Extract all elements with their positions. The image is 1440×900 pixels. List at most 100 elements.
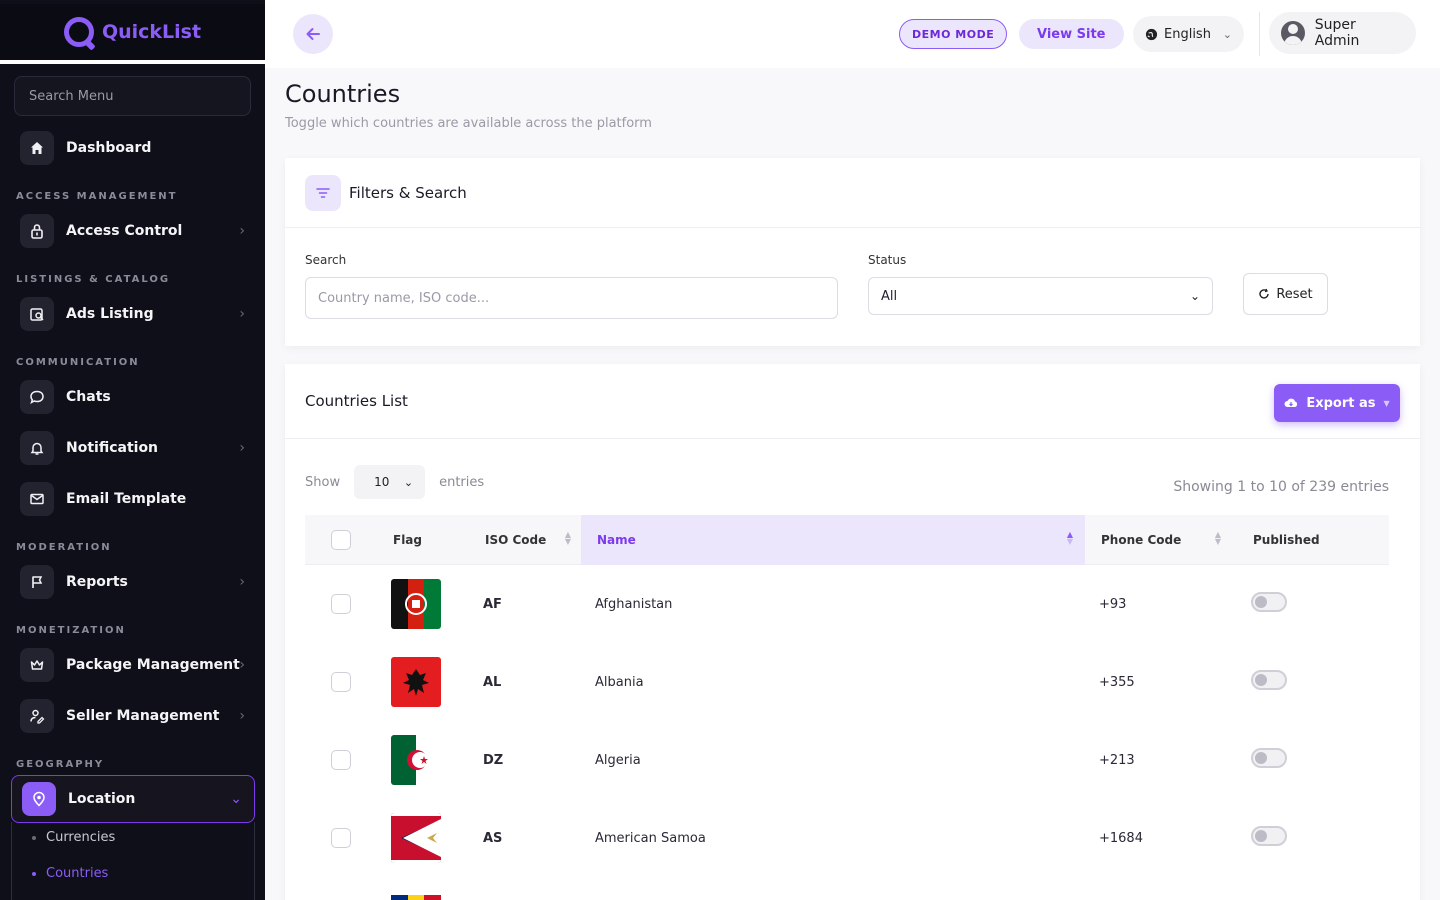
submenu-item-currencies[interactable]: Currencies — [32, 830, 115, 845]
sidebar-item-label: Seller Management — [66, 708, 220, 724]
column-header-label: ISO Code — [485, 533, 547, 547]
section-title-moderation: MODERATION — [16, 542, 112, 553]
user-edit-icon — [20, 699, 54, 733]
row-checkbox-cell — [331, 721, 351, 799]
row-checkbox[interactable] — [331, 828, 351, 848]
iso-code-cell: AF — [483, 596, 502, 612]
bullet-icon — [32, 835, 36, 840]
pagination-info: Showing 1 to 10 of 239 entries — [1173, 479, 1389, 495]
menu-search-placeholder: Search Menu — [29, 88, 114, 104]
chevron-right-icon: › — [239, 223, 245, 239]
sidebar-item-seller-management[interactable]: Seller Management › — [20, 698, 245, 734]
row-checkbox[interactable] — [331, 750, 351, 770]
published-toggle[interactable] — [1251, 748, 1287, 768]
submenu-item-countries[interactable]: Countries — [32, 866, 108, 881]
column-header-phone[interactable]: Phone Code ▲ ▼ — [1085, 515, 1231, 565]
entries-value: 10 — [374, 475, 390, 489]
table-row: DZ Algeria +213 — [305, 721, 1389, 799]
show-label: Show — [305, 474, 341, 490]
sidebar-item-package-management[interactable]: Package Management › — [20, 647, 245, 683]
lock-icon — [20, 214, 54, 248]
phone-code-cell: +93 — [1099, 596, 1127, 612]
filters-title: Filters & Search — [349, 183, 467, 202]
reset-label: Reset — [1276, 286, 1313, 302]
phone-code-cell: +213 — [1099, 752, 1135, 768]
entries-length-control: Show 10 ⌄ entries — [305, 465, 484, 499]
sidebar-item-label: Location — [68, 791, 136, 807]
header-divider — [1259, 12, 1260, 56]
home-icon — [20, 131, 54, 165]
filter-icon — [305, 174, 341, 211]
sidebar-item-label: Access Control — [66, 223, 183, 239]
chevron-right-icon: › — [239, 574, 245, 590]
chevron-right-icon: › — [239, 306, 245, 322]
reset-button[interactable]: Reset — [1243, 273, 1328, 315]
status-select[interactable]: All ⌄ — [868, 277, 1213, 315]
section-title-listings: LISTINGS & CATALOG — [16, 274, 171, 285]
select-all-checkbox[interactable] — [331, 530, 351, 550]
sidebar-item-chats[interactable]: Chats — [20, 379, 245, 415]
export-button[interactable]: Export as ▼ — [1274, 384, 1400, 422]
table-row: AF Afghanistan +93 — [305, 565, 1389, 643]
phone-code-cell: +1684 — [1099, 830, 1143, 846]
view-site-button[interactable]: View Site — [1019, 19, 1124, 49]
language-label: English — [1164, 26, 1211, 42]
sidebar-item-label: Chats — [66, 389, 111, 405]
quicklist-logo-icon — [63, 17, 94, 47]
refresh-icon — [1259, 288, 1270, 299]
map-pin-icon — [22, 782, 56, 816]
chevron-right-icon: › — [239, 657, 245, 673]
sidebar-item-dashboard[interactable]: Dashboard — [20, 130, 245, 166]
table-row: AL Albania +355 — [305, 643, 1389, 721]
arrow-left-icon — [306, 28, 320, 40]
row-checkbox[interactable] — [331, 594, 351, 614]
app-name: QuickList — [101, 21, 202, 43]
filters-card: Filters & Search Search Country name, IS… — [285, 158, 1420, 346]
row-checkbox-cell — [331, 565, 351, 643]
menu-search-input[interactable]: Search Menu — [14, 76, 251, 116]
table-row: AS American Samoa +1684 — [305, 799, 1389, 877]
published-toggle[interactable] — [1251, 592, 1287, 612]
sort-icon: ▲ ▼ — [1214, 530, 1221, 546]
row-checkbox[interactable] — [331, 672, 351, 692]
sidebar-item-notification[interactable]: Notification › — [20, 430, 245, 466]
filters-card-header: Filters & Search — [285, 158, 1420, 228]
published-cell — [1251, 565, 1287, 639]
entries-label: entries — [439, 474, 485, 490]
published-toggle[interactable] — [1251, 826, 1287, 846]
section-title-communication: COMMUNICATION — [16, 357, 140, 368]
submenu-label: Countries — [46, 866, 109, 881]
app-logo[interactable]: QuickList — [0, 4, 265, 64]
country-search-input[interactable]: Country name, ISO code... — [305, 277, 838, 319]
sidebar-item-reports[interactable]: Reports › — [20, 564, 245, 600]
top-header: DEMO MODE View Site English ⌄ Super Admi… — [265, 0, 1440, 68]
location-submenu: Currencies Countries — [11, 822, 255, 900]
user-menu[interactable]: Super Admin — [1269, 12, 1416, 54]
search-placeholder: Country name, ISO code... — [318, 290, 490, 306]
published-toggle[interactable] — [1251, 670, 1287, 690]
countries-list-card: Countries List Export as ▼ Show 10 ⌄ ent… — [285, 364, 1420, 900]
sidebar-item-email-template[interactable]: Email Template — [20, 481, 245, 517]
flag-american-samoa-image — [391, 813, 441, 863]
chevron-down-icon: ⌄ — [403, 475, 414, 489]
table-header: Flag ISO Code ▲ ▼ Name ▲ ▼ Phone Code ▲ ▼ P… — [305, 515, 1389, 565]
chevron-right-icon: › — [239, 440, 245, 456]
entries-select[interactable]: 10 ⌄ — [354, 465, 426, 499]
status-label: Status — [868, 253, 907, 267]
sort-icon: ▲ ▼ — [564, 530, 571, 546]
listing-icon — [20, 297, 54, 331]
language-dropdown[interactable]: English ⌄ — [1133, 16, 1244, 52]
flag-afghanistan-image — [391, 579, 441, 629]
column-header-iso[interactable]: ISO Code ▲ ▼ — [465, 515, 581, 565]
sidebar-item-label: Dashboard — [66, 140, 152, 156]
column-header-name[interactable]: Name ▲ ▼ — [581, 515, 1085, 565]
sidebar-item-access-control[interactable]: Access Control › — [20, 213, 245, 249]
chevron-right-icon: › — [239, 708, 245, 724]
mail-icon — [20, 482, 54, 516]
sidebar-item-ads-listing[interactable]: Ads Listing › — [20, 296, 245, 332]
globe-icon — [1145, 28, 1158, 40]
sidebar-item-location[interactable]: Location ⌄ — [11, 775, 255, 823]
sidebar-item-label: Notification — [66, 440, 159, 456]
published-cell — [1251, 799, 1287, 873]
back-button[interactable] — [293, 14, 333, 54]
